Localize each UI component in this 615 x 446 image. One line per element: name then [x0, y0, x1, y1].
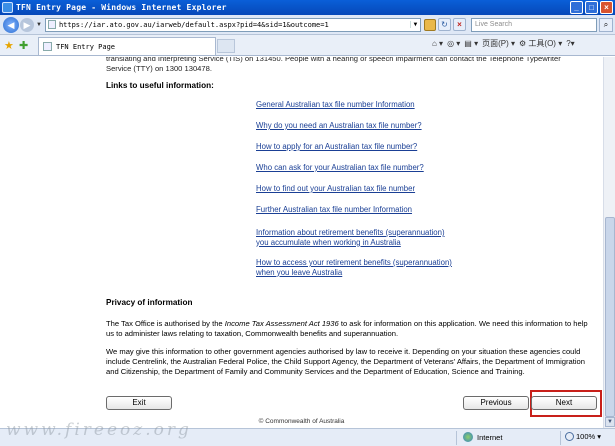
page-icon [47, 20, 56, 29]
search-icon[interactable]: ⌕ [599, 18, 613, 32]
address-bar-row: ◀ ▶ ▼ https://iar.ato.gov.au/iarweb/defa… [0, 15, 615, 35]
link-access-retirement-benefits[interactable]: How to access your retirement benefits (… [256, 258, 452, 277]
privacy-paragraph-2: We may give this information to other go… [106, 347, 585, 376]
maximize-button[interactable]: □ [585, 1, 598, 14]
feeds-icon[interactable]: ◎ ▾ [447, 39, 460, 48]
zoom-dropdown-icon[interactable]: ▾ [597, 432, 601, 441]
ie-icon [2, 2, 13, 13]
next-button[interactable]: Next [531, 396, 597, 410]
lock-icon[interactable] [423, 18, 436, 31]
link-general-tfn-information[interactable]: General Australian tax file number Infor… [256, 100, 415, 110]
vertical-scrollbar[interactable]: ▼ [603, 57, 615, 428]
status-bar: www.fireeoz.org Internet 100% ▾ [0, 420, 615, 446]
close-button[interactable]: × [600, 1, 613, 14]
list-item: Further Australian tax file number Infor… [256, 205, 412, 215]
stop-icon[interactable]: × [452, 18, 466, 31]
link-who-can-ask-tfn[interactable]: Who can ask for your Australian tax file… [256, 163, 424, 173]
tab-bar: ★ ✚ TFN Entry Page ⌂ ▾ ◎ ▾ ▤ ▾ 页面(P) ▾ ⚙… [0, 35, 615, 56]
security-zone[interactable]: Internet [463, 432, 502, 442]
minimize-button[interactable]: _ [570, 1, 583, 14]
list-item: How to access your retirement benefits (… [256, 258, 452, 277]
add-favorites-icon[interactable]: ✚ [19, 39, 28, 52]
link-why-need-tfn[interactable]: Why do you need an Australian tax file n… [256, 121, 422, 131]
command-bar: ⌂ ▾ ◎ ▾ ▤ ▾ 页面(P) ▾ ⚙ 工具(O) ▾ ?▾ [432, 38, 575, 49]
privacy-heading: Privacy of information [106, 298, 193, 307]
home-icon[interactable]: ⌂ ▾ [432, 39, 443, 48]
links-heading: Links to useful information: [106, 81, 214, 90]
list-item: General Australian tax file number Infor… [256, 100, 415, 110]
tty-paragraph: translating and Interpreting Service (TI… [106, 57, 561, 73]
link-find-out-tfn[interactable]: How to find out your Australian tax file… [256, 184, 415, 194]
help-icon[interactable]: ?▾ [566, 39, 574, 48]
address-input[interactable]: https://iar.ato.gov.au/iarweb/default.as… [44, 17, 421, 32]
page-menu[interactable]: 页面(P) ▾ [482, 38, 515, 49]
zoom-level: 100% [576, 432, 596, 441]
list-item: Information about retirement benefits (s… [256, 228, 445, 247]
zoom-control[interactable]: 100% ▾ [565, 432, 601, 441]
page-icon [43, 42, 52, 51]
list-item: How to apply for an Australian tax file … [256, 142, 417, 152]
tools-menu[interactable]: ⚙ 工具(O) ▾ [519, 38, 562, 49]
back-button[interactable]: ◀ [3, 16, 19, 33]
search-input[interactable]: Live Search [471, 18, 597, 32]
list-item: Who can ask for your Australian tax file… [256, 163, 424, 173]
zone-label: Internet [477, 432, 503, 442]
previous-button[interactable]: Previous [463, 396, 529, 410]
status-separator [560, 431, 561, 445]
page-content: translating and Interpreting Service (TI… [0, 57, 603, 428]
list-item: Why do you need an Australian tax file n… [256, 121, 422, 131]
zoom-icon [565, 432, 574, 441]
print-icon[interactable]: ▤ ▾ [464, 39, 478, 48]
tab-label: TFN Entry Page [56, 42, 116, 51]
privacy-paragraph-1: The Tax Office is authorised by the Inco… [106, 319, 588, 338]
url-text: https://iar.ato.gov.au/iarweb/default.as… [58, 20, 329, 29]
favorites-star-icon[interactable]: ★ [4, 39, 14, 52]
link-retirement-benefits-info[interactable]: Information about retirement benefits (s… [256, 228, 445, 247]
history-dropdown-icon[interactable]: ▼ [36, 22, 42, 28]
refresh-icon[interactable]: ↻ [437, 18, 451, 31]
act-name: Income Tax Assessment Act 1936 [224, 319, 339, 328]
link-further-tfn-information[interactable]: Further Australian tax file number Infor… [256, 205, 412, 215]
scroll-down-arrow-icon[interactable]: ▼ [605, 417, 615, 427]
list-item: How to find out your Australian tax file… [256, 184, 415, 194]
watermark-text: www.fireeoz.org [6, 420, 192, 440]
forward-button[interactable]: ▶ [20, 17, 34, 32]
scrollbar-thumb[interactable] [605, 217, 615, 417]
window-title: TFN Entry Page - Windows Internet Explor… [16, 3, 227, 12]
new-tab-button[interactable] [217, 39, 235, 53]
status-separator [456, 431, 457, 445]
tab-tfn-entry-page[interactable]: TFN Entry Page [38, 37, 216, 55]
address-dropdown-icon[interactable]: ▼ [409, 21, 420, 28]
globe-icon [463, 432, 473, 442]
window-titlebar: TFN Entry Page - Windows Internet Explor… [0, 0, 615, 15]
exit-button[interactable]: Exit [106, 396, 172, 410]
link-how-to-apply-tfn[interactable]: How to apply for an Australian tax file … [256, 142, 417, 152]
